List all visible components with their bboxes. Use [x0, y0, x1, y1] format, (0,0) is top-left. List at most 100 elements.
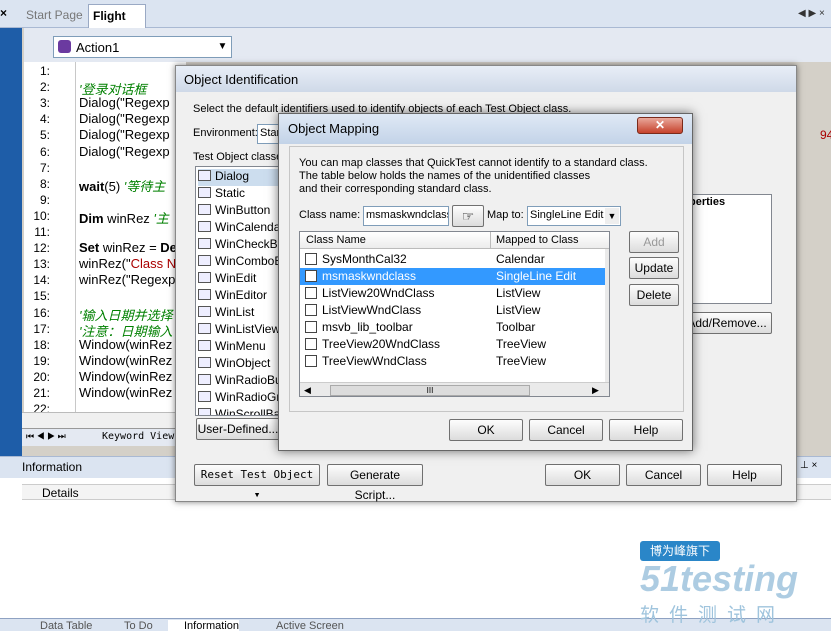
code-line[interactable]: Window(winRez	[79, 369, 172, 384]
update-button[interactable]: Update	[629, 257, 679, 279]
tab-keyword-view[interactable]: Keyword View	[102, 431, 174, 442]
mapping-row[interactable]: TreeView20WndClass TreeView	[300, 336, 605, 353]
add-remove-button[interactable]: Add/Remove...	[682, 312, 772, 334]
code-line[interactable]: wait(5) '等待主	[79, 176, 165, 195]
tab-flight[interactable]: Flight	[88, 4, 146, 28]
reset-test-object-button[interactable]: Reset Test Object ▾	[194, 464, 320, 501]
script-editor[interactable]: '登录对话框 Dialog("Regexp Dialog("Regexp Dialog…	[76, 62, 186, 412]
editor-hscrollbar[interactable]	[22, 412, 192, 428]
code-token: Dialog("Regexp	[79, 127, 170, 143]
nav-arrows-icon[interactable]: ⏮ ◀ ▶ ⏭	[26, 431, 66, 442]
code-line[interactable]: Window(winRez	[79, 353, 172, 368]
om-description-1: You can map classes that QuickTest canno…	[299, 157, 648, 169]
properties-list[interactable]: perties	[682, 194, 772, 304]
hscroll-thumb[interactable]: III	[330, 385, 530, 396]
tab-scroll-arrows[interactable]: ◀ ▶ ×	[798, 8, 825, 19]
scroll-left-icon[interactable]: ◀	[304, 385, 311, 396]
oi-ok-button[interactable]: OK	[545, 464, 620, 486]
test-object-class-item[interactable]: WinList	[198, 305, 254, 322]
line-number: 4:	[39, 112, 50, 127]
tab-data-table[interactable]: Data Table	[24, 620, 92, 631]
hscroll-grip: III	[426, 386, 434, 395]
action-select[interactable]: Action1 ▼	[53, 36, 232, 58]
col-class-name[interactable]: Class Name	[306, 234, 366, 246]
line-number: 14:	[33, 273, 50, 288]
details-label: Details	[42, 486, 79, 500]
mapping-vscrollbar[interactable]	[605, 249, 609, 382]
tab-active-screen[interactable]: Active Screen	[260, 620, 344, 631]
test-object-class-item[interactable]: WinCheckBox	[198, 237, 290, 254]
pointing-hand-button[interactable]: ☞	[452, 205, 484, 227]
chevron-down-icon[interactable]: ▼	[605, 208, 619, 224]
chevron-down-icon[interactable]: ▾	[254, 488, 261, 501]
col-mapped-to-class[interactable]: Mapped to Class	[496, 234, 579, 246]
test-object-class-item[interactable]: WinEditor	[198, 288, 267, 305]
mapping-class-name: ListViewWndClass	[322, 303, 422, 317]
test-object-class-item[interactable]: WinObject	[198, 356, 270, 373]
code-token: (5)	[104, 178, 121, 194]
generate-script-button[interactable]: Generate Script...	[327, 464, 423, 502]
code-line[interactable]: Dim winRez '主	[79, 208, 169, 227]
pin-icon[interactable]: ⊥ ×	[800, 460, 817, 471]
code-token: winRez =	[99, 240, 161, 256]
user-defined-button[interactable]: User-Defined...	[196, 418, 280, 440]
test-object-class-item[interactable]: WinCalendar	[198, 220, 284, 237]
close-document-icon[interactable]: ×	[0, 6, 12, 20]
code-token: Set	[79, 240, 100, 256]
test-object-class-item[interactable]: WinMenu	[198, 339, 266, 356]
mapping-table[interactable]: Class Name Mapped to Class SysMonthCal32…	[299, 231, 610, 397]
code-line[interactable]: Dialog("Regexp	[79, 144, 170, 159]
test-object-class-item[interactable]: WinListView	[198, 322, 280, 339]
close-icon[interactable]: ✕	[637, 117, 683, 134]
mapping-row[interactable]: msmaskwndclass SingleLine Edit	[300, 268, 605, 285]
mapping-row[interactable]: ListViewWndClass ListView	[300, 302, 605, 319]
test-object-class-label: WinEditor	[215, 288, 268, 302]
class-icon	[198, 238, 211, 249]
class-name-input[interactable]: msmaskwndclass	[363, 206, 449, 226]
mapping-row[interactable]: msvb_lib_toolbar Toolbar	[300, 319, 605, 336]
mapping-row[interactable]: TreeViewWndClass TreeView	[300, 353, 605, 370]
mapping-class-name: TreeViewWndClass	[322, 354, 427, 368]
classes-label: Test Object classes	[193, 151, 288, 163]
test-object-class-item[interactable]: WinButton	[198, 203, 270, 220]
om-title: Object Mapping	[279, 114, 692, 144]
oi-cancel-button[interactable]: Cancel	[626, 464, 701, 486]
scroll-right-icon[interactable]: ▶	[592, 385, 599, 396]
delete-button[interactable]: Delete	[629, 284, 679, 306]
test-object-class-item[interactable]: WinEdit	[198, 271, 256, 288]
code-line[interactable]: Dialog("Regexp	[79, 111, 170, 126]
mapping-table-header: Class Name Mapped to Class	[300, 232, 609, 249]
code-line[interactable]: Dialog("Regexp	[79, 95, 170, 110]
tab-start-page[interactable]: Start Page	[20, 4, 89, 28]
mapping-mapped-class: ListView	[496, 286, 541, 300]
action-icon	[58, 40, 71, 53]
code-line[interactable]: Window(winRez	[79, 337, 172, 352]
code-line[interactable]: Window(winRez	[79, 385, 172, 400]
class-icon	[198, 170, 211, 181]
oi-help-button[interactable]: Help	[707, 464, 782, 486]
om-cancel-button[interactable]: Cancel	[529, 419, 603, 441]
add-button[interactable]: Add	[629, 231, 679, 253]
code-line[interactable]: Set winRez = De	[79, 240, 177, 255]
class-icon	[198, 408, 211, 415]
test-object-class-item[interactable]: WinScrollBar	[198, 407, 284, 415]
code-token: Dialog("Regexp	[79, 95, 170, 111]
code-line[interactable]: winRez("Regexp	[79, 272, 175, 287]
mapping-row[interactable]: ListView20WndClass ListView	[300, 285, 605, 302]
om-ok-button[interactable]: OK	[449, 419, 523, 441]
om-help-button[interactable]: Help	[609, 419, 683, 441]
test-object-class-item[interactable]: Static	[198, 186, 245, 203]
tab-information[interactable]: Information	[168, 620, 240, 631]
chevron-down-icon[interactable]: ▼	[214, 38, 231, 56]
line-number: 19:	[33, 353, 50, 368]
map-to-select[interactable]: SingleLine Edit ▼	[527, 206, 621, 226]
tab-to-do[interactable]: To Do	[108, 620, 153, 631]
mapping-mapped-class: TreeView	[496, 337, 547, 351]
code-line[interactable]: winRez("Class N	[79, 256, 176, 271]
reset-label: Reset Test Object	[200, 468, 314, 481]
code-line[interactable]: Dialog("Regexp	[79, 127, 170, 142]
mapping-hscrollbar[interactable]: ◀ III ▶	[300, 382, 609, 396]
code-overflow-text: 94	[820, 128, 831, 142]
mapping-row[interactable]: SysMonthCal32 Calendar	[300, 251, 605, 268]
code-token: Window(winRez	[79, 368, 173, 384]
